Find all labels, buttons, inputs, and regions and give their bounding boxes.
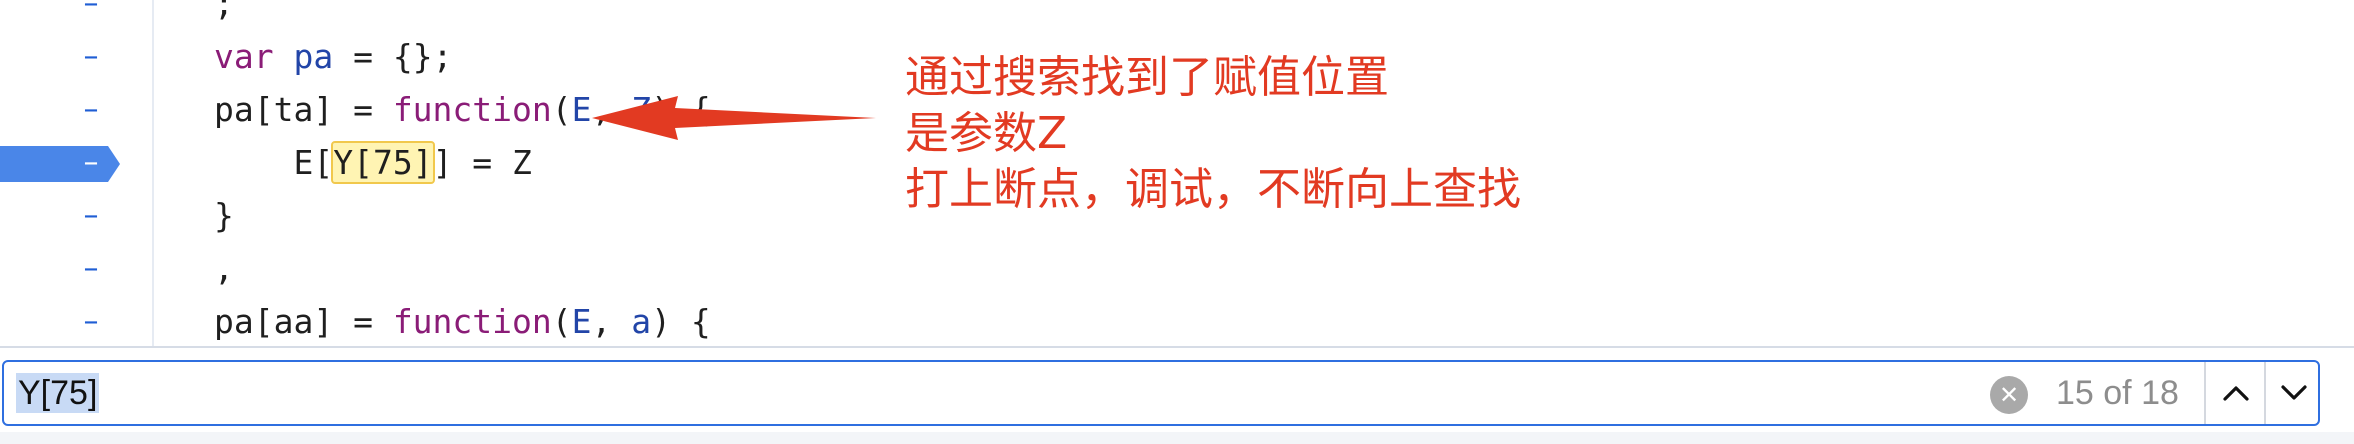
code-token: function bbox=[392, 90, 552, 129]
gutter-marker: – bbox=[83, 39, 99, 74]
gutter-line[interactable]: – bbox=[0, 304, 152, 343]
search-match-highlight: Y[75] bbox=[331, 141, 435, 184]
code-line: , bbox=[214, 249, 234, 288]
code-line: ; bbox=[214, 0, 234, 23]
chevron-up-icon bbox=[2223, 386, 2249, 401]
panel-divider bbox=[0, 346, 2354, 348]
gutter-marker: – bbox=[83, 0, 99, 21]
next-match-button[interactable] bbox=[2264, 362, 2322, 424]
chevron-down-icon bbox=[2281, 385, 2307, 400]
code-editor[interactable]: ––––––––– ;var pa = {};pa[ta] = function… bbox=[0, 0, 2354, 346]
gutter-marker: – bbox=[83, 251, 99, 286]
code-line: E[Y[75]] = Z bbox=[214, 141, 532, 184]
line-gutter[interactable]: ––––––––– bbox=[0, 0, 154, 346]
code-token: pa[aa] = bbox=[214, 302, 393, 341]
code-token: , bbox=[591, 302, 632, 341]
gutter-marker: – bbox=[83, 145, 99, 180]
code-line: var pa = {}; bbox=[214, 37, 452, 76]
annotation-line-1: 通过搜索找到了赋值位置 bbox=[905, 52, 1389, 103]
code-token: } bbox=[214, 196, 234, 235]
status-strip bbox=[0, 432, 2354, 444]
previous-match-button[interactable] bbox=[2208, 362, 2264, 424]
gutter-line[interactable]: – bbox=[0, 0, 152, 25]
search-bar: Y[75] ✕ 15 of 18 bbox=[2, 360, 2320, 426]
code-token: ] = Z bbox=[432, 143, 532, 182]
gutter-marker: – bbox=[83, 304, 99, 339]
annotation-text: 通过搜索找到了赋值位置 是参数Z 打上断点，调试，不断向上查找 bbox=[905, 50, 1665, 218]
gutter-line[interactable]: – bbox=[0, 39, 152, 78]
code-token: var bbox=[214, 37, 274, 76]
code-token: ( bbox=[551, 302, 572, 341]
search-divider bbox=[2204, 362, 2206, 424]
gutter-line[interactable]: – bbox=[0, 251, 152, 290]
close-circle-icon[interactable]: ✕ bbox=[1990, 376, 2028, 414]
code-token: a bbox=[631, 302, 652, 341]
gutter-line[interactable]: – bbox=[0, 198, 152, 237]
code-token: , bbox=[214, 249, 234, 288]
gutter-marker: – bbox=[83, 92, 99, 127]
code-token: E[ bbox=[214, 143, 334, 182]
match-count: 15 of 18 bbox=[2056, 374, 2179, 412]
search-query-text: Y[75] bbox=[16, 373, 100, 413]
code-token: pa bbox=[293, 37, 334, 76]
code-token: = {}; bbox=[333, 37, 453, 76]
code-token: ) { bbox=[651, 302, 711, 341]
breakpoint-flag-icon[interactable] bbox=[0, 146, 120, 182]
gutter-marker: – bbox=[83, 198, 99, 233]
code-token: function bbox=[392, 302, 552, 341]
search-input[interactable] bbox=[16, 370, 1716, 416]
annotation-line-2: 是参数Z bbox=[905, 108, 1068, 159]
breakpoint-marker[interactable]: – bbox=[0, 145, 152, 184]
code-line: pa[aa] = function(E, a) { bbox=[214, 302, 711, 341]
annotation-line-3: 打上断点，调试，不断向上查找 bbox=[905, 164, 1521, 215]
annotation-arrow bbox=[592, 96, 876, 140]
code-token: E bbox=[571, 302, 592, 341]
code-token: ( bbox=[551, 90, 572, 129]
gutter-line[interactable]: – bbox=[0, 92, 152, 131]
code-token: pa[ta] = bbox=[214, 90, 393, 129]
code-token: ; bbox=[214, 0, 234, 23]
code-line: } bbox=[214, 196, 234, 235]
